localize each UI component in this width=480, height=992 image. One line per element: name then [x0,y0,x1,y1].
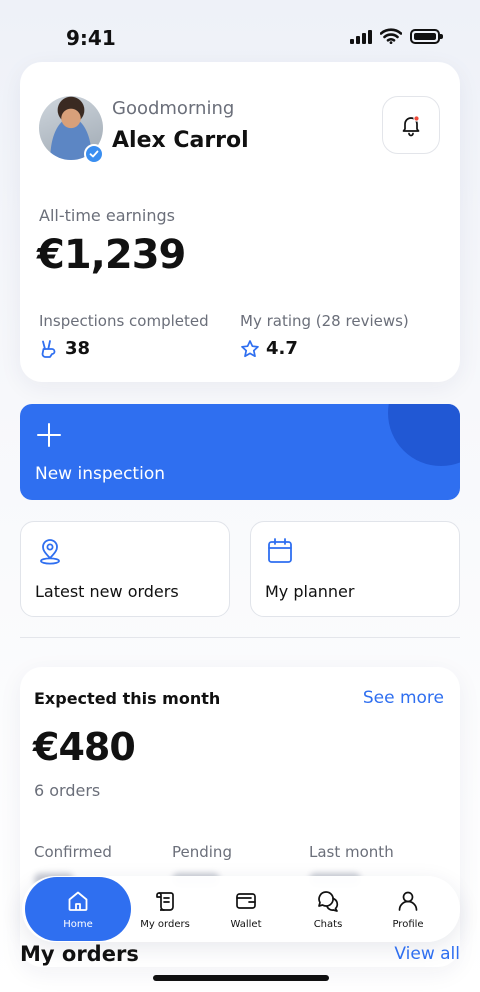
new-inspection-label: New inspection [35,464,165,484]
home-indicator[interactable] [153,975,329,981]
rating-value: 4.7 [266,338,298,359]
planner-label: My planner [265,582,355,601]
home-screen: 9:41 Goodmorning Alex Carrol All-time ea… [0,0,480,992]
nav-wallet[interactable]: Wallet [216,876,276,942]
rating-label: My rating (28 reviews) [240,312,409,330]
bell-icon [402,115,420,137]
nav-wallet-label: Wallet [230,918,262,930]
nav-profile-label: Profile [392,918,424,930]
nav-profile[interactable]: Profile [378,876,438,942]
expected-orders-count: 6 orders [34,781,101,800]
signal-icon [350,28,372,44]
view-all-link[interactable]: View all [394,944,460,964]
inspections-stat: 38 [39,338,90,359]
calendar-icon [268,538,292,563]
chat-icon [318,890,339,912]
planner-tile[interactable]: My planner [250,521,460,617]
confirmed-label: Confirmed [34,843,112,861]
divider [20,637,460,638]
profile-summary-card: Goodmorning Alex Carrol All-time earning… [20,62,460,382]
scroll-icon [156,891,174,911]
verified-badge-icon [84,144,104,164]
battery-icon [410,28,443,44]
nav-home[interactable]: Home [25,877,131,941]
my-orders-title: My orders [20,942,139,966]
location-pin-icon [40,539,60,565]
status-icons [350,28,443,44]
new-inspection-button[interactable]: New inspection [20,404,460,500]
status-time: 9:41 [66,26,116,50]
earnings-label: All-time earnings [39,206,176,225]
nav-my-orders[interactable]: My orders [132,876,198,942]
expected-title: Expected this month [34,689,221,708]
user-name: Alex Carrol [112,128,249,153]
greeting-text: Goodmorning [112,98,235,119]
bottom-navigation: Home My orders Wallet Chats Profile [22,876,460,942]
latest-orders-tile[interactable]: Latest new orders [20,521,230,617]
inspections-value: 38 [65,338,91,359]
peace-hand-icon [41,339,56,358]
nav-my-orders-label: My orders [140,918,190,930]
earnings-value: €1,239 [37,232,186,278]
star-icon [241,339,259,357]
notifications-button[interactable] [382,96,440,154]
plus-icon [37,423,61,447]
nav-chats[interactable]: Chats [298,876,358,942]
status-bar: 9:41 [0,0,480,60]
latest-orders-label: Latest new orders [35,582,179,601]
home-icon [68,891,88,911]
rating-stat: 4.7 [240,338,298,359]
user-icon [398,891,418,911]
pending-label: Pending [172,843,232,861]
wallet-icon [236,892,256,909]
see-more-link[interactable]: See more [363,688,444,708]
decorative-circle [388,404,460,466]
nav-chats-label: Chats [313,918,343,930]
expected-amount: €480 [33,725,136,769]
last-month-label: Last month [309,843,394,861]
nav-home-label: Home [63,918,93,930]
wifi-icon [380,28,402,44]
inspections-label: Inspections completed [39,312,209,330]
